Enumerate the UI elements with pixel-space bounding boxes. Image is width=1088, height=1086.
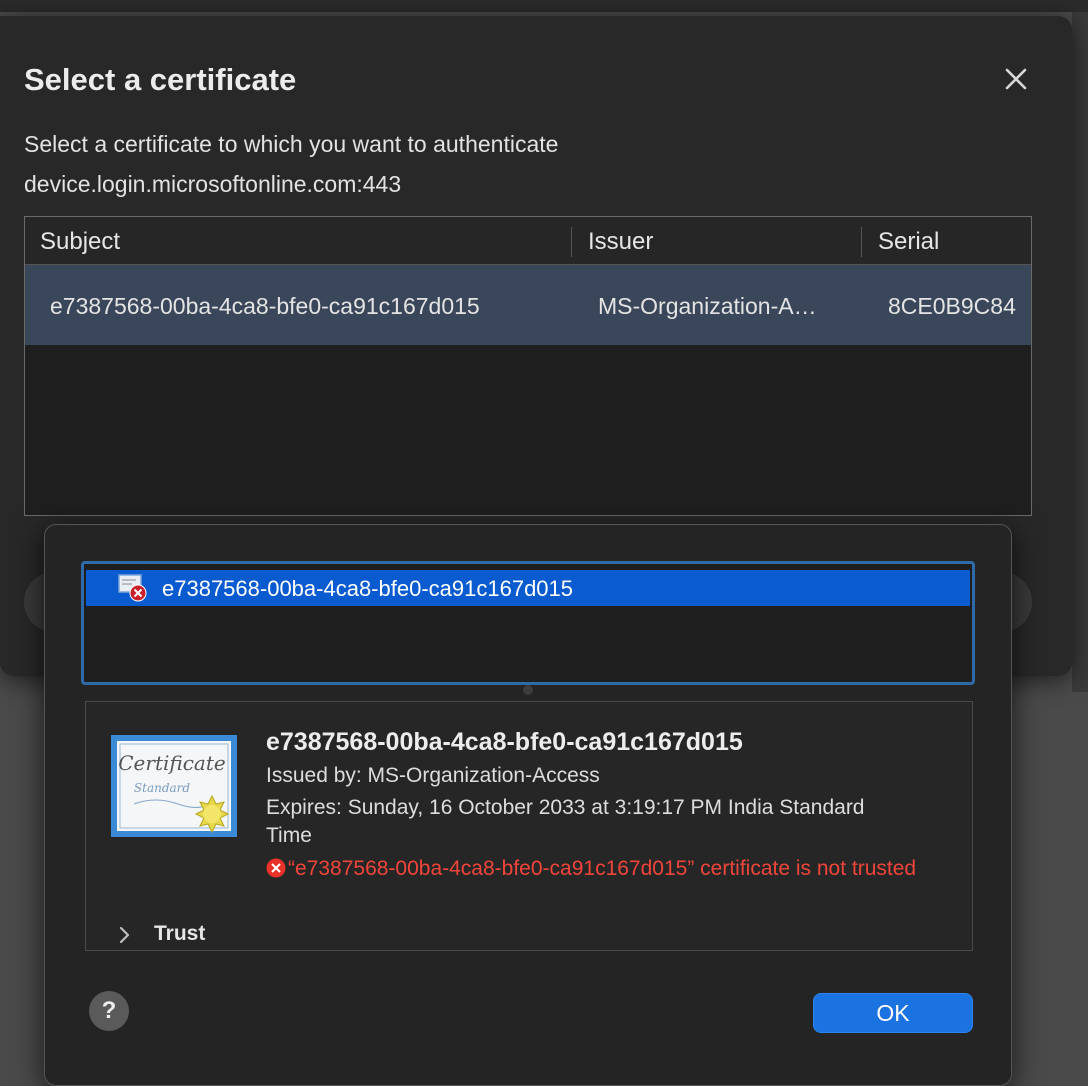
certificate-image-text: Certificate xyxy=(118,751,225,775)
certificate-image-icon: Certificate Standard xyxy=(111,735,237,837)
dialog-title: Select a certificate xyxy=(24,62,297,97)
background-window-edge xyxy=(1072,12,1088,692)
description-text: Select a certificate to which you want t… xyxy=(24,131,559,157)
trust-error-message: “e7387568-00ba-4ca8-bfe0-ca91c167d015” c… xyxy=(266,854,956,884)
split-handle[interactable] xyxy=(523,685,533,695)
certificate-table: Subject Issuer Serial e7387568-00ba-4ca8… xyxy=(24,216,1032,516)
certificate-detail-panel: Certificate Standard e7387568-00ba-4ca8-… xyxy=(85,701,973,951)
dialog-description: Select a certificate to which you want t… xyxy=(24,124,558,204)
column-header-subject[interactable]: Subject xyxy=(40,217,120,264)
certificate-details-sheet: e7387568-00ba-4ca8-bfe0-ca91c167d015 Cer… xyxy=(44,524,1012,1086)
error-text: “e7387568-00ba-4ca8-bfe0-ca91c167d015” c… xyxy=(288,857,917,880)
expires-text: Expires: Sunday, 16 October 2033 at 3:19… xyxy=(266,796,865,847)
error-icon xyxy=(266,858,286,878)
cell-subject: e7387568-00ba-4ca8-bfe0-ca91c167d015 xyxy=(50,293,480,319)
table-row[interactable]: e7387568-00ba-4ca8-bfe0-ca91c167d015 MS-… xyxy=(25,265,1031,345)
description-host: device.login.microsoftonline.com:443 xyxy=(24,171,402,197)
chevron-right-icon xyxy=(119,926,130,944)
column-header-serial[interactable]: Serial xyxy=(878,217,939,264)
issued-by-text: Issued by: MS-Organization-Access xyxy=(266,764,600,787)
cell-serial: 8CE0B9C84 xyxy=(888,293,1016,319)
certificate-invalid-icon xyxy=(118,574,147,602)
table-header: Subject Issuer Serial xyxy=(25,217,1031,265)
close-icon xyxy=(1005,68,1027,90)
list-item-label: e7387568-00ba-4ca8-bfe0-ca91c167d015 xyxy=(162,576,574,601)
cell-issuer: MS-Organization-A… xyxy=(598,293,817,319)
column-divider xyxy=(861,227,862,257)
close-button[interactable] xyxy=(999,62,1033,96)
certificate-image-subtext: Standard xyxy=(134,781,190,795)
certificate-list: e7387568-00ba-4ca8-bfe0-ca91c167d015 xyxy=(81,561,975,685)
help-button[interactable]: ? xyxy=(89,991,129,1031)
window-top-bar xyxy=(0,0,1088,12)
ok-button[interactable]: OK xyxy=(813,993,973,1033)
certificate-name: e7387568-00ba-4ca8-bfe0-ca91c167d015 xyxy=(266,728,743,756)
trust-label: Trust xyxy=(154,922,206,945)
column-header-issuer[interactable]: Issuer xyxy=(588,217,653,264)
column-divider xyxy=(571,227,572,257)
list-item[interactable]: e7387568-00ba-4ca8-bfe0-ca91c167d015 xyxy=(86,570,970,606)
